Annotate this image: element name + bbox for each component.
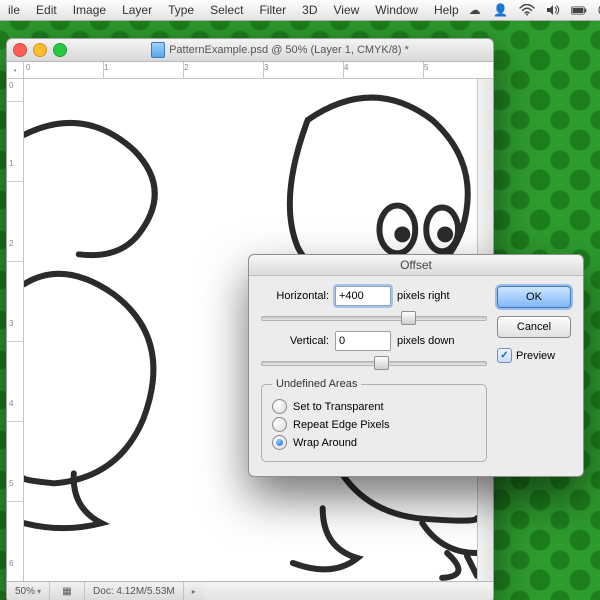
close-window-button[interactable] (13, 43, 27, 57)
ruler-vertical: 0 1 2 3 4 5 6 (7, 79, 24, 581)
radio-repeat-edge-pixels[interactable]: Repeat Edge Pixels (272, 417, 476, 432)
cancel-button[interactable]: Cancel (497, 316, 571, 338)
ruler-tick: 4 (344, 63, 348, 72)
menu-view[interactable]: View (325, 3, 367, 17)
zoom-field[interactable]: 50%▾ (7, 582, 50, 600)
dialog-title: Offset (249, 255, 583, 276)
document-title: PatternExample.psd @ 50% (Layer 1, CMYK/… (169, 44, 409, 56)
minimize-window-button[interactable] (33, 43, 47, 57)
ruler-tick: 5 (424, 63, 428, 72)
titlebar[interactable]: PatternExample.psd @ 50% (Layer 1, CMYK/… (7, 39, 493, 62)
menu-file[interactable]: ile (0, 3, 28, 17)
vertical-slider[interactable] (261, 354, 487, 370)
battery-icon[interactable] (571, 2, 587, 18)
zoom-window-button[interactable] (53, 43, 67, 57)
status-bar: 50%▾ ▦ Doc: 4.12M/5.53M ▸ (7, 581, 493, 600)
menu-filter[interactable]: Filter (251, 3, 294, 17)
menu-layer[interactable]: Layer (114, 3, 160, 17)
ruler-tick: 3 (264, 63, 268, 72)
menu-edit[interactable]: Edit (28, 3, 65, 17)
menu-image[interactable]: Image (65, 3, 114, 17)
docsize-field[interactable]: Doc: 4.12M/5.53M (85, 582, 184, 600)
offset-dialog: Offset Horizontal: pixels right Vertical… (248, 254, 584, 477)
scrollbar-horizontal[interactable] (204, 582, 493, 600)
menu-window[interactable]: Window (367, 3, 426, 17)
clock-icon[interactable] (597, 2, 600, 18)
ruler-tick: 2 (184, 63, 188, 72)
ruler-horizontal: • 0 1 2 3 4 5 (7, 62, 493, 79)
ruler-tick: 0 (26, 63, 30, 72)
user-icon[interactable]: 👤 (493, 2, 509, 18)
radio-set-to-transparent[interactable]: Set to Transparent (272, 399, 476, 414)
horizontal-input[interactable] (335, 286, 391, 306)
menu-help[interactable]: Help (426, 3, 467, 17)
horizontal-label: Horizontal: (261, 290, 329, 302)
horizontal-unit: pixels right (397, 290, 450, 302)
preview-checkbox[interactable]: ✓ Preview (497, 348, 571, 363)
ok-button[interactable]: OK (497, 286, 571, 308)
vertical-unit: pixels down (397, 335, 454, 347)
vertical-input[interactable] (335, 331, 391, 351)
menu-type[interactable]: Type (160, 3, 202, 17)
creative-cloud-icon[interactable]: ☁︎ (467, 2, 483, 18)
mac-menubar: ile Edit Image Layer Type Select Filter … (0, 0, 600, 21)
menu-3d[interactable]: 3D (294, 3, 325, 17)
vertical-label: Vertical: (261, 335, 329, 347)
volume-icon[interactable] (545, 2, 561, 18)
menu-select[interactable]: Select (202, 3, 251, 17)
wifi-icon[interactable] (519, 2, 535, 18)
horizontal-slider[interactable] (261, 309, 487, 325)
status-icon[interactable]: ▦ (50, 582, 85, 600)
ruler-tick: 1 (104, 63, 108, 72)
undefined-areas-legend: Undefined Areas (272, 378, 361, 390)
file-icon (151, 42, 165, 58)
undefined-areas-group: Undefined Areas Set to Transparent Repea… (261, 378, 487, 462)
radio-wrap-around[interactable]: Wrap Around (272, 435, 476, 450)
